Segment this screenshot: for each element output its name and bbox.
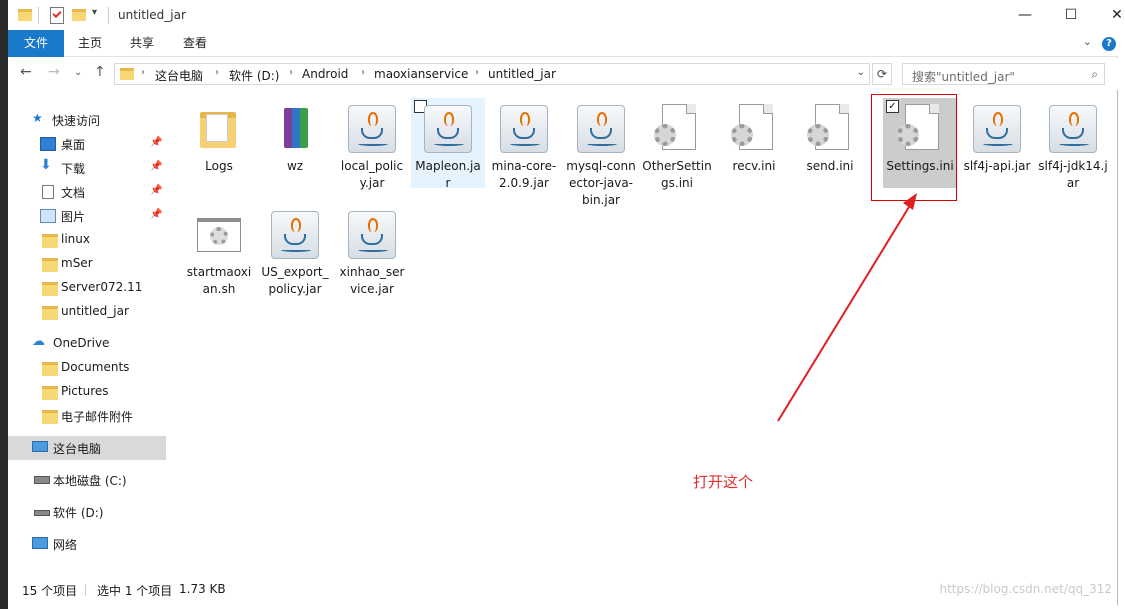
annotation-arrow xyxy=(777,193,917,422)
annotation-label: 打开这个 xyxy=(693,473,754,491)
